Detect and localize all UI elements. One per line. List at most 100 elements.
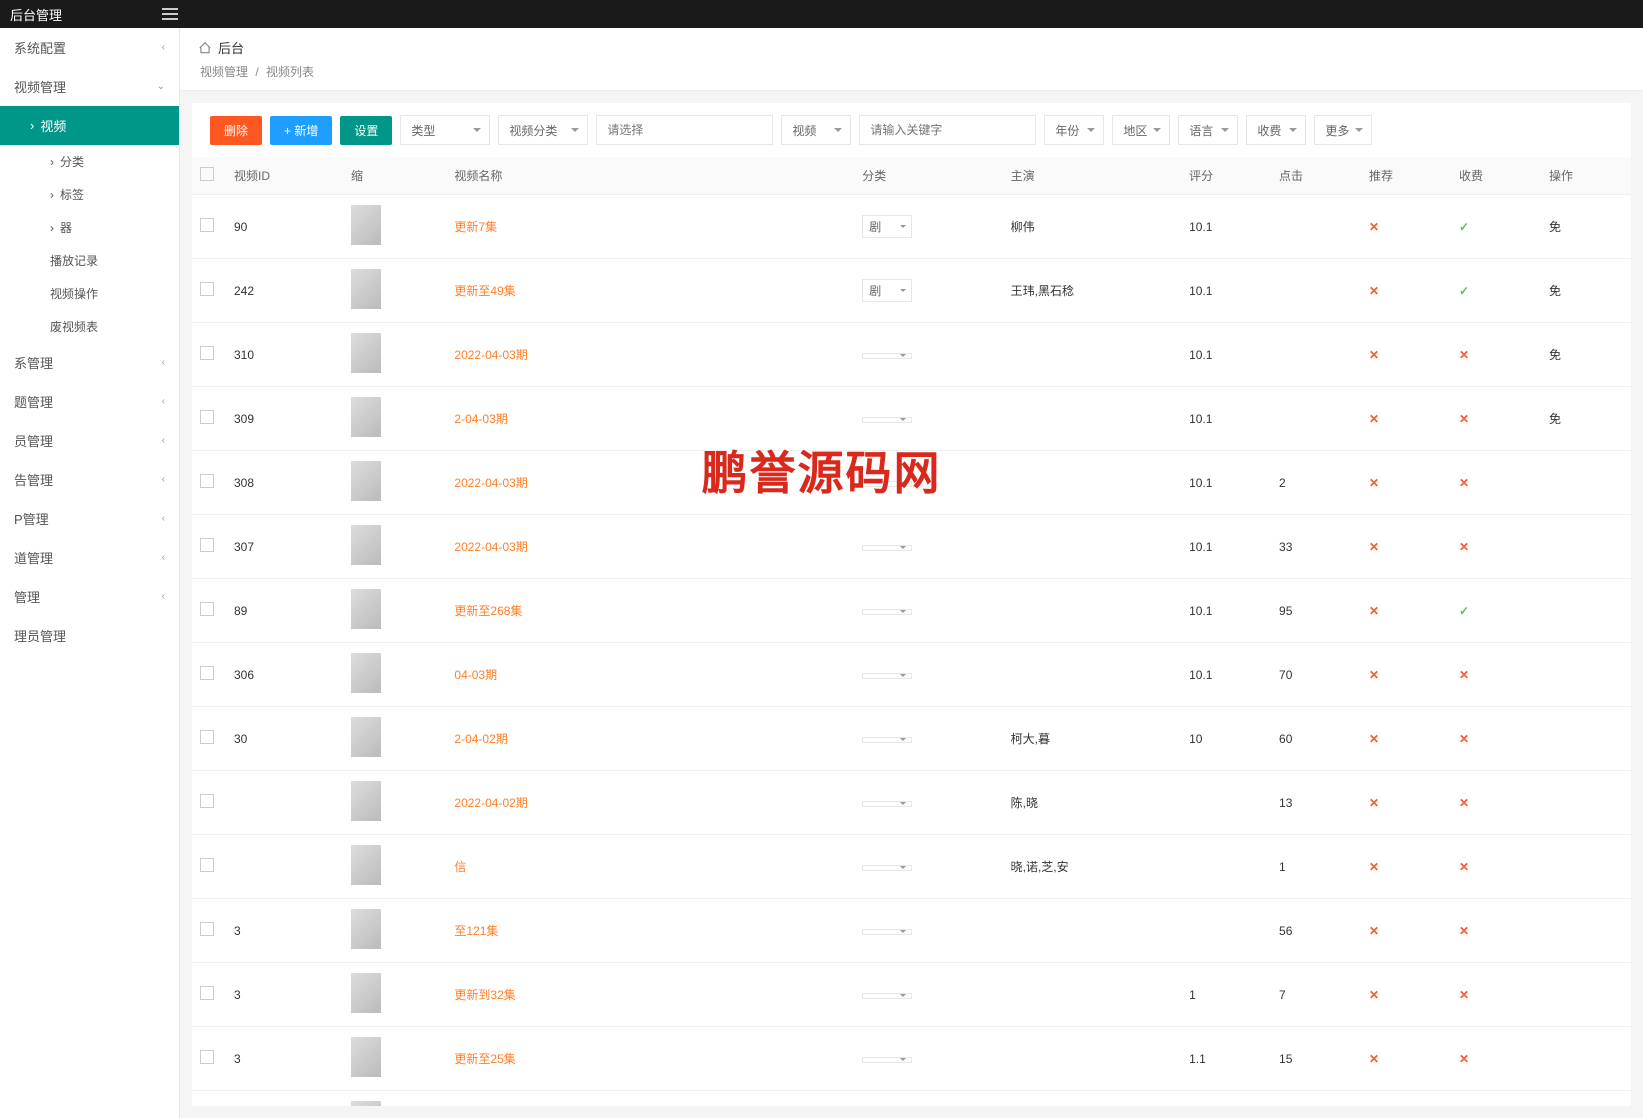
cell-rec[interactable]: ✕ [1361, 387, 1451, 451]
filter-lang-select[interactable]: 语言 [1178, 115, 1238, 145]
sidebar-item-playlog[interactable]: 播放记录 [30, 244, 179, 277]
row-checkbox[interactable] [200, 986, 214, 1000]
cell-category[interactable] [854, 387, 1002, 451]
cell-rec2[interactable]: ✕ [1451, 899, 1541, 963]
cell-rec2[interactable]: ✕ [1451, 771, 1541, 835]
row-checkbox[interactable] [200, 410, 214, 424]
cell-rec[interactable]: ✕ [1361, 835, 1451, 899]
cell-rec2[interactable]: ✕ [1451, 515, 1541, 579]
cell-name[interactable]: 更新至268集 [446, 579, 854, 643]
sidebar-item-14[interactable]: 道管理‹ [0, 538, 179, 577]
cell-rec[interactable]: ✕ [1361, 259, 1451, 323]
row-checkbox[interactable] [200, 602, 214, 616]
hamburger-icon[interactable] [162, 2, 186, 26]
filter-source2-select[interactable]: 视频 [781, 115, 851, 145]
cell-category[interactable]: 剧 [854, 195, 1002, 259]
cell-category[interactable] [854, 579, 1002, 643]
cell-rec[interactable]: ✕ [1361, 1091, 1451, 1107]
breadcrumb-item[interactable]: 视频管理 [200, 65, 248, 79]
row-checkbox[interactable] [200, 730, 214, 744]
cell-rec[interactable]: ✕ [1361, 323, 1451, 387]
row-checkbox[interactable] [200, 922, 214, 936]
cell-rec2[interactable]: ✕ [1451, 707, 1541, 771]
filter-area-select[interactable]: 地区 [1112, 115, 1170, 145]
cell-category[interactable] [854, 643, 1002, 707]
cell-rec2[interactable]: ✕ [1451, 963, 1541, 1027]
row-checkbox[interactable] [200, 538, 214, 552]
cell-category[interactable] [854, 451, 1002, 515]
col-name[interactable]: 视频名称 [446, 157, 854, 195]
cell-rec[interactable]: ✕ [1361, 451, 1451, 515]
cell-rec2[interactable]: ✕ [1451, 643, 1541, 707]
cell-rec[interactable]: ✕ [1361, 771, 1451, 835]
cell-name[interactable]: 04-03期 [446, 643, 854, 707]
filter-fee-select[interactable]: 收费 [1246, 115, 1306, 145]
row-checkbox[interactable] [200, 794, 214, 808]
cell-rec[interactable]: ✕ [1361, 899, 1451, 963]
sidebar-item-video[interactable]: › 视频 [0, 106, 179, 145]
sidebar-item-tags[interactable]: ›标签 [30, 178, 179, 211]
cell-category[interactable] [854, 1091, 1002, 1107]
filter-source-input[interactable] [596, 115, 773, 145]
cell-category[interactable] [854, 707, 1002, 771]
filter-year-select[interactable]: 年份 [1044, 115, 1104, 145]
cell-rec[interactable]: ✕ [1361, 579, 1451, 643]
cell-rec[interactable]: ✕ [1361, 1027, 1451, 1091]
cell-name[interactable]: 信 [446, 835, 854, 899]
cell-category[interactable] [854, 1027, 1002, 1091]
cell-rec2[interactable]: ✕ [1451, 323, 1541, 387]
cell-name[interactable]: 2-04-03期 [446, 387, 854, 451]
filter-type-select[interactable]: 类型 [400, 115, 490, 145]
sidebar-item-15[interactable]: 管理‹ [0, 577, 179, 616]
cell-category[interactable] [854, 963, 1002, 1027]
row-checkbox[interactable] [200, 346, 214, 360]
sidebar-item-trash[interactable]: 废视频表 [30, 310, 179, 343]
setting-button[interactable]: 设置 [340, 116, 392, 145]
cell-category[interactable] [854, 515, 1002, 579]
sidebar-item-admin[interactable]: 理员管理 [0, 616, 179, 655]
cell-rec2[interactable]: ✓ [1451, 259, 1541, 323]
cell-category[interactable] [854, 899, 1002, 963]
sidebar-item-9[interactable]: 系管理‹ [0, 343, 179, 382]
col-id[interactable]: 视频ID [226, 157, 343, 195]
cell-category[interactable] [854, 323, 1002, 387]
row-checkbox[interactable] [200, 858, 214, 872]
cell-name[interactable]: 更新7集 [446, 195, 854, 259]
sidebar-item-12[interactable]: 告管理‹ [0, 460, 179, 499]
cell-name[interactable]: 至121集 [446, 899, 854, 963]
cell-rec2[interactable]: ✕ [1451, 1027, 1541, 1091]
row-checkbox[interactable] [200, 474, 214, 488]
cell-rec2[interactable]: ✓ [1451, 579, 1541, 643]
sidebar-item-13[interactable]: P管理‹ [0, 499, 179, 538]
cell-name[interactable]: 2022-04-03期 [446, 451, 854, 515]
row-checkbox[interactable] [200, 1050, 214, 1064]
sidebar-item-11[interactable]: 员管理‹ [0, 421, 179, 460]
cell-category[interactable]: 剧 [854, 259, 1002, 323]
row-checkbox[interactable] [200, 666, 214, 680]
cell-name[interactable]: 更新至49集 [446, 259, 854, 323]
sidebar-item-player[interactable]: ›器 [30, 211, 179, 244]
filter-category-select[interactable]: 视频分类 [498, 115, 588, 145]
cell-rec2[interactable]: ✓ [1451, 195, 1541, 259]
delete-button[interactable]: 删除 [210, 116, 262, 145]
cell-category[interactable] [854, 835, 1002, 899]
cell-category[interactable] [854, 771, 1002, 835]
search-input[interactable] [859, 115, 1036, 145]
sidebar-item-video-manage[interactable]: 视频管理 ⌄ [0, 67, 179, 106]
cell-name[interactable]: 更新到29集 [446, 1091, 854, 1107]
cell-rec2[interactable]: ✕ [1451, 1091, 1541, 1107]
cell-name[interactable]: 2-04-02期 [446, 707, 854, 771]
filter-more-select[interactable]: 更多 [1314, 115, 1372, 145]
sidebar-item-videoop[interactable]: 视频操作 [30, 277, 179, 310]
select-all-checkbox[interactable] [200, 167, 214, 181]
row-checkbox[interactable] [200, 282, 214, 296]
sidebar-item-category[interactable]: ›分类 [30, 145, 179, 178]
cell-rec[interactable]: ✕ [1361, 643, 1451, 707]
sidebar-item-10[interactable]: 题管理‹ [0, 382, 179, 421]
cell-name[interactable]: 更新至25集 [446, 1027, 854, 1091]
cell-rec[interactable]: ✕ [1361, 963, 1451, 1027]
cell-rec[interactable]: ✕ [1361, 515, 1451, 579]
cell-name[interactable]: 2022-04-02期 [446, 771, 854, 835]
cell-name[interactable]: 2022-04-03期 [446, 323, 854, 387]
cell-rec2[interactable]: ✕ [1451, 451, 1541, 515]
